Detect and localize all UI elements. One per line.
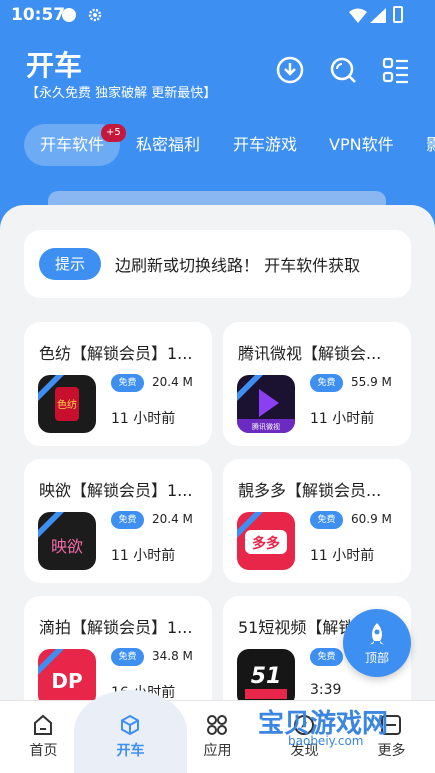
app-card[interactable]: 靚多多【解锁会员... 多多 免费 60.9 M 11 小时前 (223, 459, 411, 583)
download-icon[interactable] (276, 56, 304, 84)
app-updated-time: 11 小时前 (111, 548, 176, 564)
nav-home-label: 首页 (29, 743, 58, 759)
menu-icon[interactable] (382, 56, 410, 84)
category-tabs: 开车软件 私密福利 开车游戏 VPN软件 影 (24, 124, 435, 166)
free-badge: 免费 (111, 374, 144, 392)
settings-notification-icon (88, 8, 102, 22)
tab-private-welfare[interactable]: 私密福利 (136, 124, 200, 166)
apps-grid-icon (207, 715, 227, 735)
app-icon: 色纺 (38, 375, 96, 433)
page-title: 开车 (26, 49, 83, 82)
status-bar: 10:57 (0, 0, 435, 32)
nav-home[interactable]: 首页 (0, 700, 87, 773)
notice-tip-label: 提示 (39, 248, 101, 280)
tab-more-partial[interactable]: 影 (426, 124, 435, 166)
app-icon: 腾讯微视 (237, 375, 295, 433)
notice-message: 边刷新或切换线路！ 开车软件获取 (115, 256, 361, 275)
battery-icon (393, 6, 403, 23)
nav-apps[interactable]: 应用 (174, 700, 261, 773)
tab-vpn-software[interactable]: VPN软件 (329, 124, 394, 166)
nav-kaiche[interactable]: 开车 (87, 700, 174, 773)
app-icon: 映欲 (38, 512, 96, 570)
app-icon: DP (38, 649, 96, 707)
free-badge: 免费 (310, 511, 343, 529)
watermark-url: baobeiy.com (288, 734, 364, 748)
app-size: 55.9 M (351, 375, 392, 389)
free-badge: 免费 (111, 511, 144, 529)
app-size: 60.9 M (351, 512, 392, 526)
app-size: 20.4 M (152, 512, 193, 526)
app-icon-text: DP (51, 669, 82, 693)
app-name: 映欲【解锁会员】1... (39, 481, 193, 500)
home-icon (34, 714, 52, 735)
free-badge: 免费 (310, 648, 343, 666)
app-icon: 51 (237, 649, 295, 707)
app-icon-text: 腾讯微视 (252, 422, 280, 431)
signal-icon (370, 8, 386, 23)
app-icon-text: 51 (251, 664, 282, 689)
app-updated-time: 3:39 (310, 682, 342, 698)
rocket-icon (370, 623, 384, 645)
app-updated-time: 11 小时前 (310, 411, 375, 427)
app-size: 34.8 M (152, 649, 193, 663)
free-badge: 免费 (310, 374, 343, 392)
tab-badge: +5 (101, 124, 126, 142)
search-icon[interactable] (329, 56, 357, 84)
cube-icon (121, 714, 139, 736)
wifi-icon (349, 8, 367, 23)
app-size: 20.4 M (152, 375, 193, 389)
app-icon-text: 色纺 (57, 398, 77, 411)
free-badge: 免费 (111, 648, 144, 666)
app-name: 色纺【解锁会员】1... (39, 344, 193, 363)
download-notification-icon (62, 8, 76, 22)
status-time: 10:57 (11, 5, 66, 25)
app-name: 滴拍【解锁会员】1... (39, 618, 193, 637)
back-to-top-button[interactable]: 顶部 (343, 609, 411, 677)
app-icon: 多多 (237, 512, 295, 570)
app-updated-time: 11 小时前 (111, 411, 176, 427)
tab-kaiche-games[interactable]: 开车游戏 (233, 124, 297, 166)
app-icon-text: 多多 (252, 535, 280, 552)
app-card[interactable]: 色纺【解锁会员】1... 色纺 免费 20.4 M 11 小时前 (24, 322, 212, 446)
nav-kaiche-label: 开车 (116, 743, 145, 759)
app-name: 腾讯微视【解锁会... (238, 344, 382, 363)
app-icon-text: 映欲 (51, 537, 83, 556)
app-card[interactable]: 映欲【解锁会员】1... 映欲 免费 20.4 M 11 小时前 (24, 459, 212, 583)
app-updated-time: 11 小时前 (310, 548, 375, 564)
app-card[interactable]: 腾讯微视【解锁会... 腾讯微视 免费 55.9 M 11 小时前 (223, 322, 411, 446)
back-to-top-label: 顶部 (364, 651, 389, 665)
page-subtitle: 【永久免费 独家破解 更新最快】 (26, 86, 217, 101)
notice-bar[interactable]: 提示 边刷新或切换线路！ 开车软件获取 (24, 230, 411, 298)
nav-apps-label: 应用 (203, 743, 232, 759)
app-name: 靚多多【解锁会员... (238, 481, 382, 500)
